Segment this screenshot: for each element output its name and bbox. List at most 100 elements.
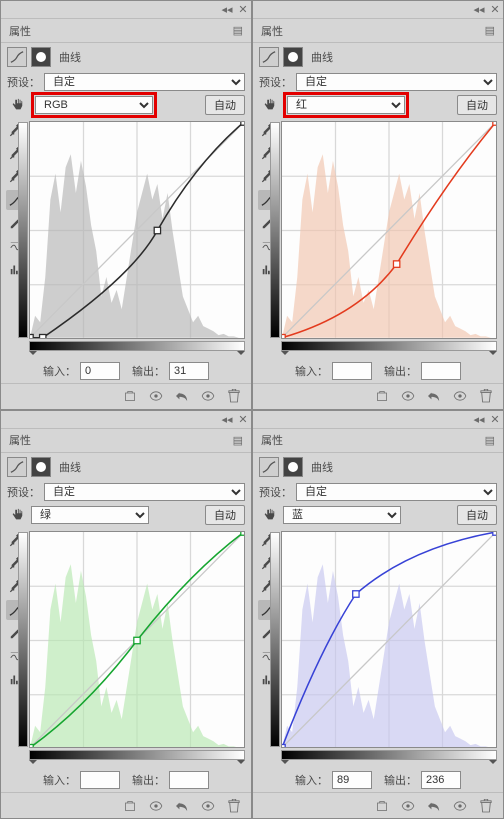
panel-tab[interactable]: 属性 ▤: [1, 19, 251, 43]
auto-button[interactable]: 自动: [457, 95, 497, 115]
toggle-visibility-icon[interactable]: [451, 801, 469, 811]
clip-to-layer-icon[interactable]: [121, 800, 139, 812]
toggle-visibility-icon[interactable]: [199, 391, 217, 401]
reset-icon[interactable]: [173, 390, 191, 402]
toggle-visibility-icon[interactable]: [199, 801, 217, 811]
output-field[interactable]: [421, 771, 461, 789]
adjustment-type-icon[interactable]: [259, 457, 279, 477]
channel-select[interactable]: 蓝: [283, 506, 401, 524]
mask-icon[interactable]: [283, 47, 303, 67]
panel-titlebar: ◂◂ ✕: [253, 411, 503, 429]
panel-title: 属性: [261, 432, 283, 448]
output-field[interactable]: [169, 771, 209, 789]
mask-icon[interactable]: [31, 47, 51, 67]
input-field[interactable]: [332, 362, 372, 380]
panel-tab[interactable]: 属性 ▤: [253, 19, 503, 43]
panel-footer: [253, 792, 503, 818]
preset-select[interactable]: 自定: [296, 483, 497, 501]
close-icon[interactable]: ✕: [235, 3, 251, 16]
input-gradient: [29, 750, 245, 760]
panel-title: 属性: [261, 23, 283, 39]
clip-to-layer-icon[interactable]: [373, 800, 391, 812]
panel-tab[interactable]: 属性 ▤: [1, 429, 251, 453]
input-label: 输入：: [43, 363, 76, 379]
delete-icon[interactable]: [477, 389, 495, 403]
channel-select[interactable]: 红: [287, 96, 405, 114]
curves-graph[interactable]: [281, 531, 497, 749]
range-sliders[interactable]: [29, 760, 245, 768]
range-sliders[interactable]: [281, 351, 497, 359]
curves-graph[interactable]: [29, 121, 245, 339]
adjustment-type-label: 曲线: [311, 459, 333, 475]
output-gradient: [270, 122, 280, 338]
close-icon[interactable]: ✕: [235, 413, 251, 426]
panel-menu-icon[interactable]: ▤: [485, 24, 495, 37]
preset-select[interactable]: 自定: [44, 73, 245, 91]
panel-menu-icon[interactable]: ▤: [233, 24, 243, 37]
target-adjust-icon[interactable]: [7, 505, 27, 525]
view-previous-icon[interactable]: [147, 801, 165, 811]
preset-select[interactable]: 自定: [44, 483, 245, 501]
panel-footer: [1, 383, 251, 409]
close-icon[interactable]: ✕: [487, 3, 503, 16]
collapse-icon[interactable]: ◂◂: [219, 413, 235, 426]
auto-button[interactable]: 自动: [457, 505, 497, 525]
reset-icon[interactable]: [173, 800, 191, 812]
clip-to-layer-icon[interactable]: [121, 390, 139, 402]
panel-titlebar: ◂◂ ✕: [253, 1, 503, 19]
auto-button[interactable]: 自动: [205, 95, 245, 115]
clip-to-layer-icon[interactable]: [373, 390, 391, 402]
preset-label: 预设：: [259, 484, 292, 500]
view-previous-icon[interactable]: [399, 391, 417, 401]
view-previous-icon[interactable]: [399, 801, 417, 811]
output-gradient: [18, 532, 28, 748]
collapse-icon[interactable]: ◂◂: [471, 413, 487, 426]
output-gradient: [18, 122, 28, 338]
target-adjust-icon[interactable]: [259, 505, 279, 525]
reset-icon[interactable]: [425, 390, 443, 402]
delete-icon[interactable]: [477, 799, 495, 813]
input-label: 输入：: [295, 363, 328, 379]
reset-icon[interactable]: [425, 800, 443, 812]
target-adjust-icon[interactable]: [259, 95, 279, 115]
mask-icon[interactable]: [283, 457, 303, 477]
preset-label: 预设：: [7, 484, 40, 500]
output-label: 输出：: [384, 363, 417, 379]
range-sliders[interactable]: [281, 760, 497, 768]
channel-select[interactable]: 绿: [31, 506, 149, 524]
panel-menu-icon[interactable]: ▤: [233, 434, 243, 447]
mask-icon[interactable]: [31, 457, 51, 477]
close-icon[interactable]: ✕: [487, 413, 503, 426]
curves-panel-3: ◂◂ ✕ 属性 ▤ 曲线 预设： 自定 蓝 自动: [252, 410, 504, 819]
input-field[interactable]: [80, 771, 120, 789]
range-sliders[interactable]: [29, 351, 245, 359]
output-field[interactable]: [421, 362, 461, 380]
auto-button[interactable]: 自动: [205, 505, 245, 525]
adjustment-type-label: 曲线: [311, 49, 333, 65]
curves-graph[interactable]: [29, 531, 245, 749]
delete-icon[interactable]: [225, 799, 243, 813]
output-label: 输出：: [384, 772, 417, 788]
panel-tab[interactable]: 属性 ▤: [253, 429, 503, 453]
adjustment-type-icon[interactable]: [7, 47, 27, 67]
view-previous-icon[interactable]: [147, 391, 165, 401]
collapse-icon[interactable]: ◂◂: [471, 3, 487, 16]
preset-select[interactable]: 自定: [296, 73, 497, 91]
panel-menu-icon[interactable]: ▤: [485, 434, 495, 447]
collapse-icon[interactable]: ◂◂: [219, 3, 235, 16]
preset-label: 预设：: [7, 74, 40, 90]
input-label: 输入：: [43, 772, 76, 788]
curves-graph[interactable]: [281, 121, 497, 339]
curves-panel-1: ◂◂ ✕ 属性 ▤ 曲线 预设： 自定 红 自动: [252, 0, 504, 410]
delete-icon[interactable]: [225, 389, 243, 403]
target-adjust-icon[interactable]: [7, 95, 27, 115]
preset-label: 预设：: [259, 74, 292, 90]
input-field[interactable]: [332, 771, 372, 789]
output-label: 输出：: [132, 772, 165, 788]
toggle-visibility-icon[interactable]: [451, 391, 469, 401]
output-field[interactable]: [169, 362, 209, 380]
adjustment-type-icon[interactable]: [7, 457, 27, 477]
adjustment-type-icon[interactable]: [259, 47, 279, 67]
input-field[interactable]: [80, 362, 120, 380]
channel-select[interactable]: RGB: [35, 96, 153, 114]
